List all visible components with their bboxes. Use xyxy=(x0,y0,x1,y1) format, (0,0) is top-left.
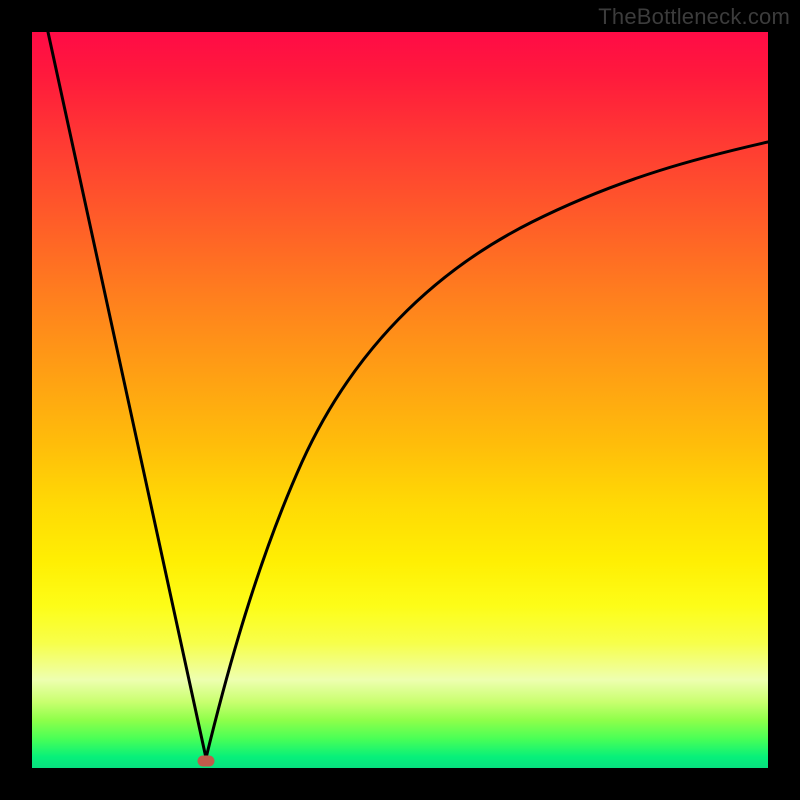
minimum-marker xyxy=(198,756,215,767)
chart-frame: TheBottleneck.com xyxy=(0,0,800,800)
bottleneck-curve xyxy=(32,32,768,768)
chart-plot-area xyxy=(32,32,768,768)
curve-left-branch xyxy=(48,32,206,758)
watermark-text: TheBottleneck.com xyxy=(598,4,790,30)
curve-right-branch xyxy=(206,142,768,758)
